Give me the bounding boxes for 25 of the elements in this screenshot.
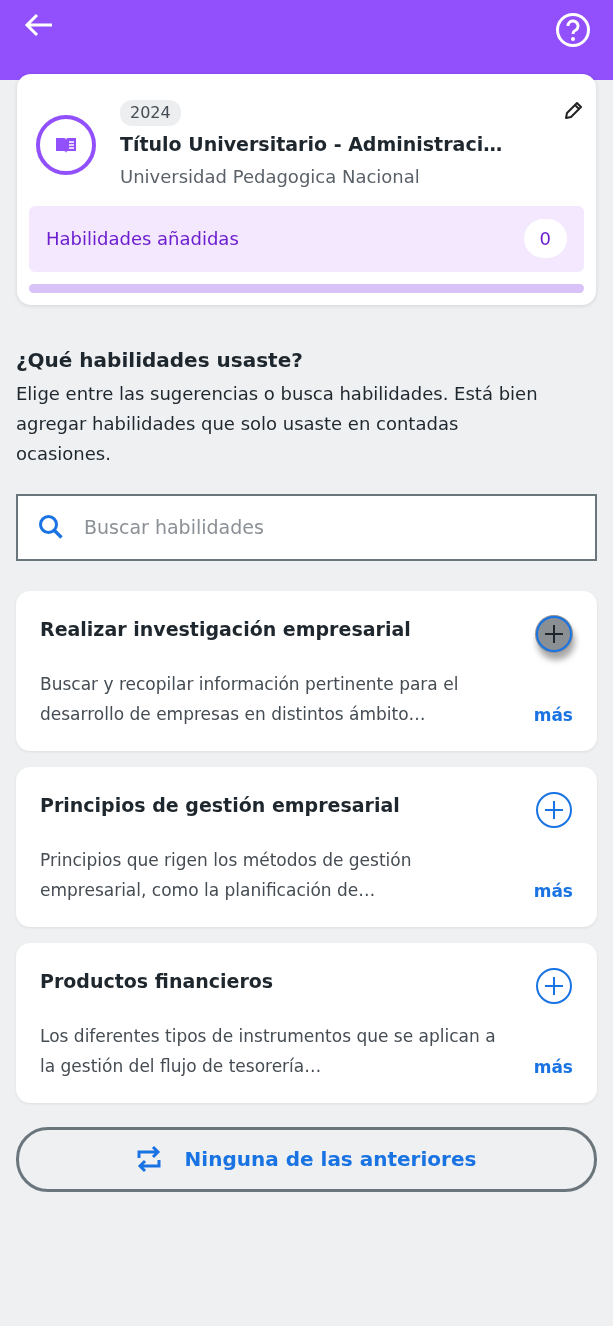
more-link[interactable]: más <box>533 1055 573 1081</box>
add-button[interactable] <box>535 614 573 653</box>
degree-title: Título Universitario - Administraci… <box>120 132 504 157</box>
skill-description: Los diferentes tipos de instrumentos que se aplican a la gestión del flujo de tesorería… <box>40 1024 497 1078</box>
skills-added-label: Habilidades añadidas <box>46 227 239 251</box>
skills-count: 0 <box>523 219 567 258</box>
more-link[interactable]: más <box>533 703 573 729</box>
back-arrow-icon[interactable] <box>24 12 54 38</box>
skill-name: Productos financieros <box>40 968 274 994</box>
help-icon[interactable] <box>555 12 591 48</box>
skill-description: Principios que rigen los métodos de gestión empresarial, como la planificación de… <box>40 848 413 902</box>
more-link[interactable]: más <box>533 879 573 905</box>
year-tag: 2024 <box>120 100 181 126</box>
skill-name: Principios de gestión empresarial <box>40 792 400 818</box>
section-description: Elige entre las sugerencias o busca habilidades. Está bien agregar habilidades que solo usaste en contadas ocasiones. <box>16 381 539 466</box>
book-icon <box>36 114 96 175</box>
pencil-icon[interactable] <box>562 100 584 122</box>
repeat-icon <box>136 1145 161 1173</box>
institution-name: Universidad Pedagogica Nacional <box>120 164 421 189</box>
search-field[interactable]: Buscar habilidades <box>16 493 597 561</box>
skill-name: Realizar investigación empresarial <box>40 616 411 642</box>
section-heading: ¿Qué habilidades usaste? <box>16 346 304 374</box>
skill-description: Buscar y recopilar información pertinente para el desarrollo de empresas en distintos ámbito… <box>40 672 460 726</box>
search-icon <box>38 513 64 540</box>
none-of-the-above-button[interactable]: Ninguna de las anteriores <box>16 1126 597 1192</box>
